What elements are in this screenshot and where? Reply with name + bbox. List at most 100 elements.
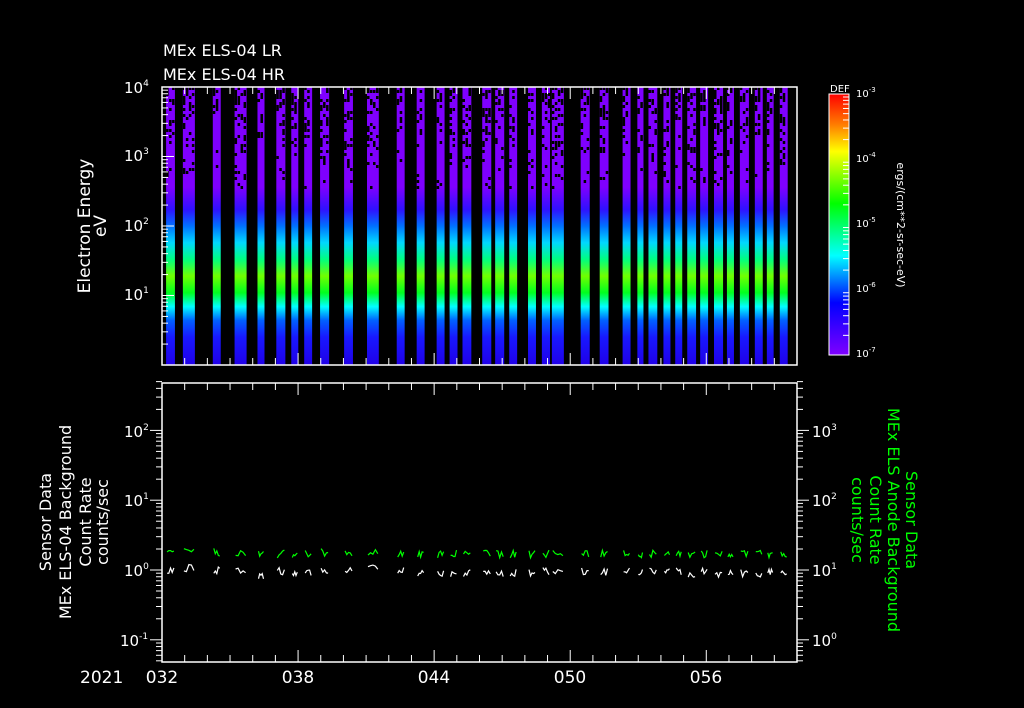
spectrogram-gap [690,177,693,180]
spectrogram-gap [276,108,279,111]
spectrogram-gap [347,111,350,114]
spectrogram-gap [599,114,603,117]
spectrogram-gap [488,90,491,93]
trace-segment [509,569,517,578]
spectrogram-gap [602,147,606,150]
spectrogram-gap [498,108,501,111]
spectrogram-gap [583,150,587,153]
spectrogram-y-unit: eV [91,215,111,237]
spectrogram-gap [726,126,730,129]
spectrogram-gap [282,123,285,126]
spectrogram-gap [182,126,186,129]
spectrogram-gap [766,102,770,105]
spectrogram-gap [188,102,192,105]
spectrogram-gap [703,93,706,96]
spectrogram-gap [560,153,564,156]
spectrogram-gap [719,99,723,102]
spectrogram-gap [373,141,376,144]
y-tick-label: 103 [124,147,149,165]
spectrogram-gap [323,162,326,165]
spectrogram-gap [700,168,703,171]
spectrogram-gap [416,180,420,183]
spectrogram-gap [240,93,244,96]
spectrogram-gap [766,162,770,165]
spectrogram-gap [419,129,423,132]
spectrogram-gap [678,117,681,120]
spectrogram-gap [779,90,783,93]
spectrogram-gap [482,129,485,132]
spectrogram-gap [347,144,350,147]
spectrogram-gap [745,120,749,123]
spectrogram-gap [495,102,498,105]
spectrogram-pass [320,87,330,365]
spectrogram-gap [240,114,244,117]
colorbar-tick-label: 10-7 [856,346,876,360]
spectrogram-gap [307,123,310,126]
spectrogram-gap [182,114,186,117]
spectrogram-gap [485,117,488,120]
spectrogram-gap [304,123,307,126]
spectrogram-gap [462,159,465,162]
colorbar-unit: ergs/(cm**2-sr-sec-eV) [894,162,907,287]
spectrogram-gap [399,159,403,162]
y-tick-label: 101 [124,492,149,510]
spectrogram-gap [713,108,717,111]
spectrogram-gap [757,123,761,126]
spectrogram-gap [675,108,678,111]
spectrogram-gap [693,93,696,96]
trace-segment [780,570,787,576]
spectrogram-gap [700,99,703,102]
spectrogram-gap [498,90,501,93]
spectrogram-gap [687,96,690,99]
spectrogram-gap [237,99,241,102]
spectrogram-gap [240,147,244,150]
spectrogram-gap [350,93,353,96]
y-tick-label: 10-1 [120,632,148,650]
spectrogram-gap [370,186,373,189]
spectrogram-gap [294,138,297,141]
spectrogram-gap [509,105,512,108]
y-tick-label: 103 [812,423,837,441]
spectrogram-gap [687,90,690,93]
spectrogram-gap [547,93,551,96]
spectrogram-gap [586,171,590,174]
spectrogram-gap [544,96,548,99]
spectrogram-gap [779,105,783,108]
spectrogram-gap [554,129,558,132]
spectrogram-gap [326,141,329,144]
spectrogram-gap [291,102,294,105]
right-axis-title: Sensor Data MEx ELS Anode Background Cou… [848,408,921,632]
spectrogram-gap [678,105,681,108]
spectrogram-gap [557,108,561,111]
spectrogram-gap [462,105,465,108]
spectrogram-gap [498,126,501,129]
spectrogram-gap [640,135,643,138]
spectrogram-gap [782,99,786,102]
spectrogram-gap [172,132,175,135]
spectrogram-gap [742,111,746,114]
spectrogram-gap [488,111,491,114]
spectrogram-gap [713,171,717,174]
spectrogram-gap [465,156,468,159]
spectrogram-gap [690,114,693,117]
spectrogram-gap [260,120,263,123]
trace-segment [257,572,265,579]
colorbar-tick-labels: 10-3 10-4 10-5 10-6 10-7 [856,86,876,360]
spectrogram-gap [551,186,555,189]
spectrogram-gap [257,99,260,102]
spectrogram-gap [234,171,238,174]
spectrogram-gap [625,90,629,93]
spectrogram-gap [257,90,260,93]
spectrogram-gap [754,99,758,102]
spectrogram-gap [326,120,329,123]
spectrogram-gap [282,114,285,117]
spectrogram-gap [188,105,192,108]
spectrogram-gap [191,138,195,141]
spectrogram-gap [234,99,238,102]
spectrogram-gap [528,108,531,111]
right-y-tick-labels: 103 102 101 100 [812,423,837,650]
trace-segment [542,549,550,559]
spectrogram-gap [654,120,657,123]
spectrogram-pass [416,87,425,365]
spectrogram-gap [482,108,485,111]
